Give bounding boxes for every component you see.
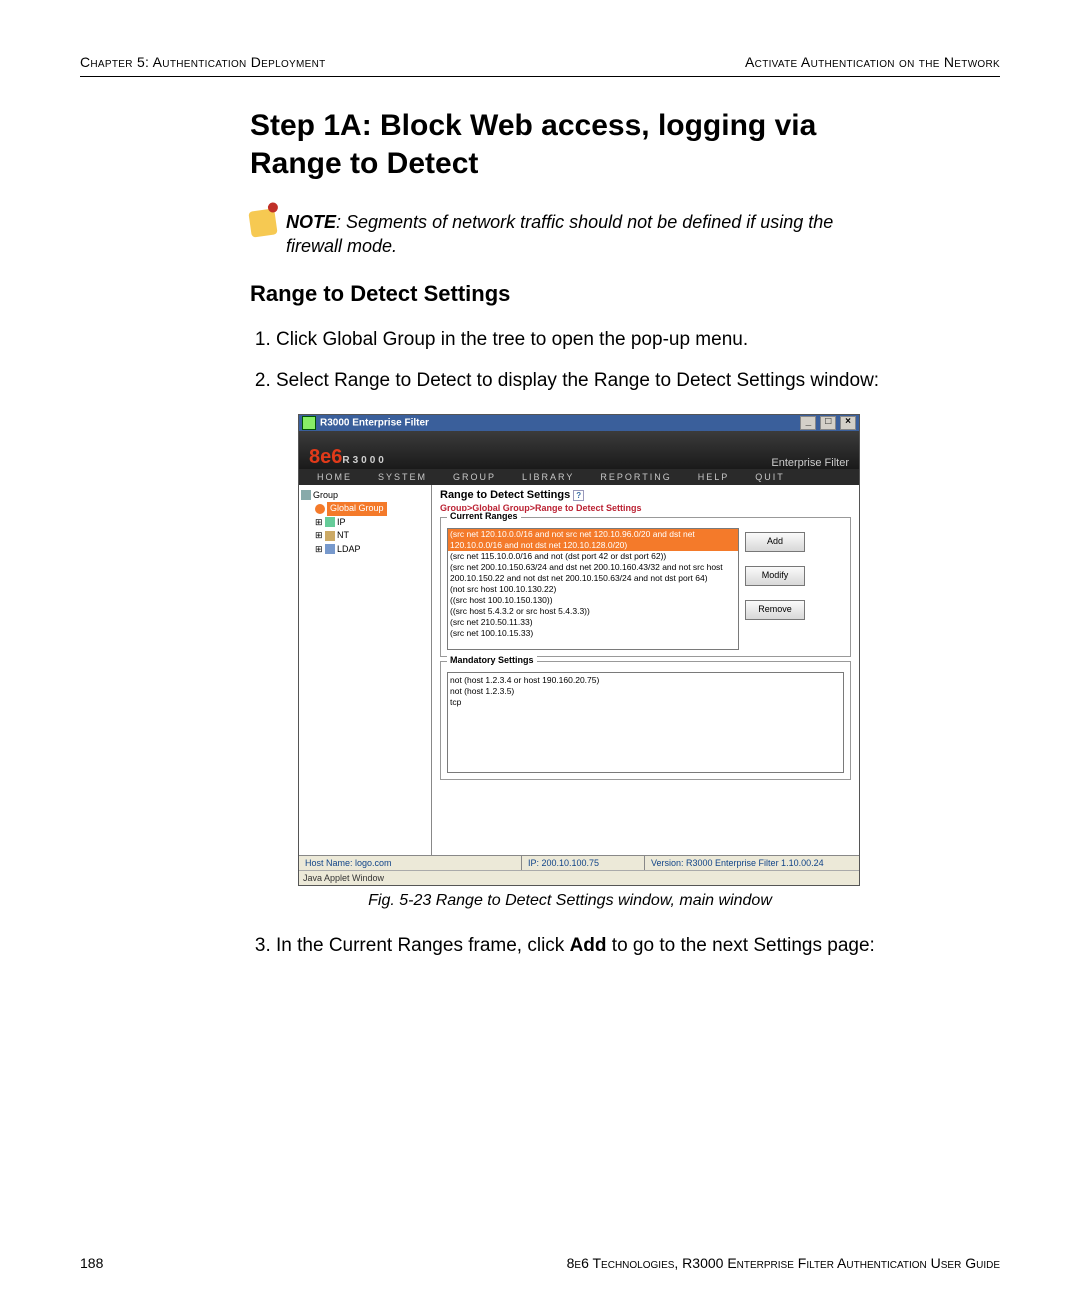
help-icon[interactable]: ? [573, 490, 584, 501]
current-ranges-label: Current Ranges [447, 511, 521, 521]
list-item[interactable]: (src net 200.10.150.63/24 and dst net 20… [448, 562, 738, 584]
menu-group[interactable]: GROUP [441, 469, 508, 485]
note-text: NOTE: Segments of network traffic should… [286, 210, 890, 259]
nav-tree[interactable]: Group Global Group ⊞ IP ⊞ NT ⊞ LDAP [299, 485, 432, 855]
menu-reporting[interactable]: REPORTING [588, 469, 683, 485]
brand-logo: 8e6R3000 [309, 446, 387, 469]
tree-children: Global Group ⊞ IP ⊞ NT ⊞ LDAP [301, 502, 429, 556]
list-item[interactable]: ((src host 5.4.3.2 or src host 5.4.3.3)) [448, 606, 738, 617]
list-item[interactable]: (src net 100.10.15.33) [448, 628, 738, 639]
main-panel: Range to Detect Settings? Group>Global G… [432, 485, 859, 855]
note-label: NOTE [286, 212, 336, 232]
brand-right: Enterprise Filter [771, 457, 849, 469]
current-ranges-list[interactable]: (src net 120.10.0.0/16 and not src net 1… [447, 528, 739, 650]
note-body: : Segments of network traffic should not… [286, 212, 833, 256]
page-number: 188 [80, 1255, 103, 1271]
list-item[interactable]: ((src host 100.10.150.130)) [448, 595, 738, 606]
current-ranges-group: Current Ranges (src net 120.10.0.0/16 an… [440, 517, 851, 657]
tree-ip-label: IP [337, 517, 346, 527]
mandatory-settings-label: Mandatory Settings [447, 655, 537, 665]
figure-caption: Fig. 5-23 Range to Detect Settings windo… [250, 892, 890, 910]
mandatory-line: tcp [450, 697, 841, 708]
step-2: Select Range to Detect to display the Ra… [276, 367, 890, 395]
header-left: Chapter 5: Authentication Deployment [80, 54, 326, 70]
step-3b: Add [570, 935, 607, 956]
java-status: Java Applet Window [299, 870, 859, 885]
modify-button[interactable]: Modify [745, 566, 805, 586]
mandatory-line: not (host 1.2.3.4 or host 190.160.20.75) [450, 675, 841, 686]
mandatory-line: not (host 1.2.3.5) [450, 686, 841, 697]
step-list: Click Global Group in the tree to open t… [250, 326, 890, 395]
tree-root[interactable]: Group [301, 489, 429, 503]
maximize-button[interactable]: □ [820, 416, 836, 430]
ip-icon [325, 517, 335, 527]
app-window: R3000 Enterprise Filter _ □ × 8e6R3000 E… [298, 414, 860, 886]
group-icon [301, 490, 311, 500]
window-controls: _ □ × [799, 416, 856, 430]
range-buttons: Add Modify Remove [745, 528, 805, 650]
titlebar: R3000 Enterprise Filter _ □ × [299, 415, 859, 431]
tree-ldap-label: LDAP [337, 544, 361, 554]
menu-bar: HOME SYSTEM GROUP LIBRARY REPORTING HELP… [299, 469, 859, 485]
tree-root-label: Group [313, 490, 338, 500]
tree-ip[interactable]: ⊞ IP [315, 517, 346, 527]
panel-title: Range to Detect Settings? [440, 489, 851, 501]
step-list-continued: In the Current Ranges frame, click Add t… [250, 932, 890, 960]
footer-line: 8e6 Technologies, R3000 Enterprise Filte… [567, 1255, 1000, 1271]
list-item[interactable]: (not src host 100.10.130.22) [448, 584, 738, 595]
status-host: Host Name: logo.com [299, 856, 522, 870]
tree-nt[interactable]: ⊞ NT [315, 530, 349, 540]
page-footer: 188 8e6 Technologies, R3000 Enterprise F… [80, 1255, 1000, 1271]
tree-nt-label: NT [337, 530, 349, 540]
note-icon [248, 208, 277, 237]
brand-sub: R3000 [342, 455, 386, 466]
menu-home[interactable]: HOME [305, 469, 364, 485]
nt-icon [325, 531, 335, 541]
menu-library[interactable]: LIBRARY [510, 469, 586, 485]
subheading: Range to Detect Settings [250, 281, 890, 307]
header-right: Activate Authentication on the Network [745, 54, 1000, 70]
app-icon [302, 416, 316, 430]
remove-button[interactable]: Remove [745, 600, 805, 620]
globe-icon [315, 504, 325, 514]
ldap-icon [325, 544, 335, 554]
status-version: Version: R3000 Enterprise Filter 1.10.00… [645, 856, 859, 870]
step-3: In the Current Ranges frame, click Add t… [276, 932, 890, 960]
list-item[interactable]: (src net 210.50.11.33) [448, 617, 738, 628]
list-item[interactable]: (src net 115.10.0.0/16 and not (dst port… [448, 551, 738, 562]
close-button[interactable]: × [840, 416, 856, 430]
step-3c: to go to the next Settings page: [607, 935, 875, 956]
page-heading: Step 1A: Block Web access, logging via R… [250, 107, 890, 182]
status-bar: Host Name: logo.com IP: 200.10.100.75 Ve… [299, 855, 859, 870]
brand-bar: 8e6R3000 Enterprise Filter [299, 431, 859, 469]
running-header: Chapter 5: Authentication Deployment Act… [80, 54, 1000, 77]
step-3a: In the Current Ranges frame, click [276, 935, 570, 956]
mandatory-settings-group: Mandatory Settings not (host 1.2.3.4 or … [440, 661, 851, 780]
list-item[interactable]: (src net 120.10.0.0/16 and not src net 1… [448, 529, 738, 551]
add-button[interactable]: Add [745, 532, 805, 552]
menu-system[interactable]: SYSTEM [366, 469, 439, 485]
window-title: R3000 Enterprise Filter [320, 417, 429, 428]
menu-quit[interactable]: QUIT [743, 469, 797, 485]
tree-ldap[interactable]: ⊞ LDAP [315, 544, 361, 554]
minimize-button[interactable]: _ [800, 416, 816, 430]
panel-title-text: Range to Detect Settings [440, 489, 570, 501]
tree-global-group[interactable]: Global Group [327, 502, 387, 516]
brand-left: 8e6 [309, 446, 342, 468]
step-1: Click Global Group in the tree to open t… [276, 326, 890, 354]
menu-help[interactable]: HELP [686, 469, 742, 485]
note-block: NOTE: Segments of network traffic should… [250, 210, 890, 259]
status-ip: IP: 200.10.100.75 [522, 856, 645, 870]
mandatory-settings-box[interactable]: not (host 1.2.3.4 or host 190.160.20.75)… [447, 672, 844, 773]
